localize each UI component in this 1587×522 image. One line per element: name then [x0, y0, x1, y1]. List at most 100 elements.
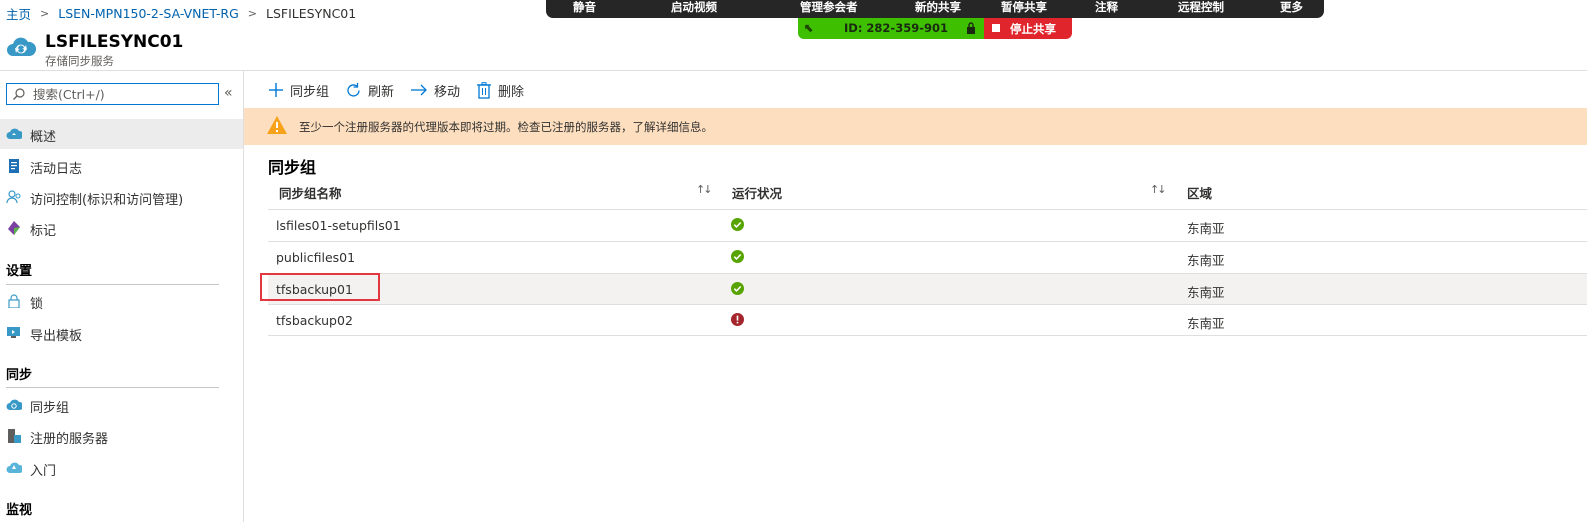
registered-server-icon: [8, 429, 21, 443]
access-control-icon: [6, 190, 21, 204]
section-title: 同步组: [268, 158, 317, 177]
sidebar-item-export-template[interactable]: 导出模板: [0, 318, 243, 348]
share-arrow-icon[interactable]: ⬉: [804, 21, 814, 35]
sidebar-item-label: 同步组: [30, 401, 70, 416]
section-settings-title: 设置: [6, 264, 33, 279]
column-header-name[interactable]: 同步组名称: [279, 183, 342, 202]
section-monitoring-title: 监视: [6, 503, 33, 518]
breadcrumb: 主页 > LSEN-MPN150-2-SA-VNET-RG > LSFILESY…: [6, 4, 356, 22]
table-row[interactable]: publicfiles01 东南亚: [268, 241, 1587, 273]
plus-icon: [269, 83, 283, 97]
section-divider: [6, 387, 219, 388]
section-divider: [6, 284, 219, 285]
sidebar-item-label: 注册的服务器: [30, 432, 109, 447]
status-ok-icon: [731, 218, 744, 231]
column-header-health[interactable]: 运行状况: [732, 183, 782, 202]
sidebar-item-label: 活动日志: [30, 162, 83, 177]
sidebar-item-label: 标记: [30, 224, 57, 239]
breadcrumb-current: LSFILESYNC01: [266, 5, 357, 21]
more-button[interactable]: 更多: [1280, 0, 1303, 15]
sync-group-name[interactable]: lsfiles01-setupfils01: [276, 218, 401, 233]
tag-icon: [8, 221, 20, 235]
trash-icon: [477, 81, 491, 99]
overview-cloud-icon: [6, 128, 22, 139]
warning-text: 至少一个注册服务器的代理版本即将过期。检查已注册的服务器，了解详细信息。: [299, 120, 713, 134]
manage-participants-button[interactable]: 管理参会者: [800, 0, 858, 15]
page-subtitle: 存储同步服务: [45, 54, 114, 68]
sidebar-item-label: 导出模板: [30, 329, 83, 344]
arrow-right-icon: [411, 84, 427, 96]
highlight-annotation-box: [260, 273, 380, 301]
sync-group-icon: [6, 399, 22, 410]
sidebar-item-label: 锁: [30, 297, 44, 312]
add-sync-group-button[interactable]: 同步组: [268, 80, 329, 100]
status-ok-icon: [731, 282, 744, 295]
sidebar: « 概述 活动日志 访问控制(标识和访问管理) 标记 设置: [0, 71, 244, 522]
sidebar-item-locks[interactable]: 锁: [0, 286, 243, 316]
warning-banner[interactable]: 至少一个注册服务器的代理版本即将过期。检查已注册的服务器，了解详细信息。: [244, 108, 1587, 145]
session-id: ID: 282-359-901: [844, 21, 948, 35]
move-label: 移动: [434, 84, 461, 100]
sidebar-item-label: 概述: [30, 130, 57, 145]
page-title: LSFILESYNC01: [45, 32, 184, 52]
sort-arrows-icon[interactable]: ↑↓: [1150, 183, 1167, 196]
column-header-region[interactable]: 区域: [1187, 183, 1212, 202]
activity-log-icon: [9, 159, 19, 173]
padlock-icon: [967, 22, 975, 34]
region: 东南亚: [1187, 316, 1225, 331]
sidebar-item-sync-groups[interactable]: 同步组: [0, 390, 243, 420]
getting-started-icon: [6, 462, 22, 473]
storage-sync-cloud-icon: [7, 37, 36, 56]
stop-icon: [992, 24, 1000, 32]
region: 东南亚: [1187, 253, 1225, 268]
new-share-button[interactable]: 新的共享: [915, 0, 961, 15]
delete-button[interactable]: 删除: [476, 80, 524, 100]
search-icon: [13, 88, 25, 100]
stop-share-label: 停止共享: [1010, 22, 1056, 36]
search-box[interactable]: [6, 83, 219, 105]
breadcrumb-resource-group[interactable]: LSEN-MPN150-2-SA-VNET-RG: [58, 6, 239, 21]
sidebar-item-getting-started[interactable]: 入门: [0, 453, 243, 483]
sidebar-item-label: 访问控制(标识和访问管理): [30, 193, 184, 208]
meeting-toolbar: 静音 启动视频 管理参会者 新的共享 暂停共享 注释 远程控制 更多: [546, 0, 1324, 18]
start-video-button[interactable]: 启动视频: [671, 0, 717, 15]
region: 东南亚: [1187, 285, 1225, 300]
mute-button[interactable]: 静音: [573, 0, 596, 15]
breadcrumb-separator: >: [40, 6, 50, 20]
annotate-button[interactable]: 注释: [1095, 0, 1118, 15]
section-sync-title: 同步: [6, 368, 33, 383]
stop-share-button[interactable]: 停止共享: [984, 18, 1072, 39]
sidebar-item-tags[interactable]: 标记: [0, 213, 243, 243]
sync-group-name[interactable]: publicfiles01: [276, 250, 355, 265]
breadcrumb-home[interactable]: 主页: [6, 4, 31, 23]
table-bottom-border: [268, 335, 1587, 336]
session-id-panel: ⬉ ID: 282-359-901: [798, 18, 984, 39]
warning-icon: [267, 116, 287, 134]
collapse-sidebar-button[interactable]: «: [224, 85, 233, 101]
sidebar-item-overview[interactable]: 概述: [0, 119, 243, 149]
add-sync-group-label: 同步组: [290, 84, 330, 100]
sidebar-item-access-control[interactable]: 访问控制(标识和访问管理): [0, 182, 243, 212]
remote-control-button[interactable]: 远程控制: [1178, 0, 1224, 15]
refresh-button[interactable]: 刷新: [345, 80, 394, 100]
sort-arrows-icon[interactable]: ↑↓: [696, 183, 713, 196]
refresh-icon: [347, 82, 360, 97]
export-template-icon: [7, 327, 20, 338]
sidebar-item-registered-servers[interactable]: 注册的服务器: [0, 421, 243, 451]
delete-label: 删除: [498, 84, 525, 100]
refresh-label: 刷新: [368, 84, 395, 100]
table-row[interactable]: lsfiles01-setupfils01 东南亚: [268, 209, 1587, 241]
status-error-icon: [731, 313, 744, 326]
search-input[interactable]: [33, 85, 213, 103]
move-button[interactable]: 移动: [410, 80, 460, 100]
table-row[interactable]: tfsbackup02 东南亚: [268, 304, 1587, 336]
pause-share-button[interactable]: 暂停共享: [1001, 0, 1047, 15]
lock-icon: [8, 294, 20, 308]
sidebar-item-activity-log[interactable]: 活动日志: [0, 151, 243, 181]
sidebar-item-label: 入门: [30, 464, 57, 479]
table-row[interactable]: tfsbackup01 东南亚: [268, 273, 1587, 305]
region: 东南亚: [1187, 221, 1225, 236]
breadcrumb-separator: >: [247, 6, 258, 20]
sync-group-name[interactable]: tfsbackup02: [276, 313, 353, 328]
status-ok-icon: [731, 250, 744, 263]
